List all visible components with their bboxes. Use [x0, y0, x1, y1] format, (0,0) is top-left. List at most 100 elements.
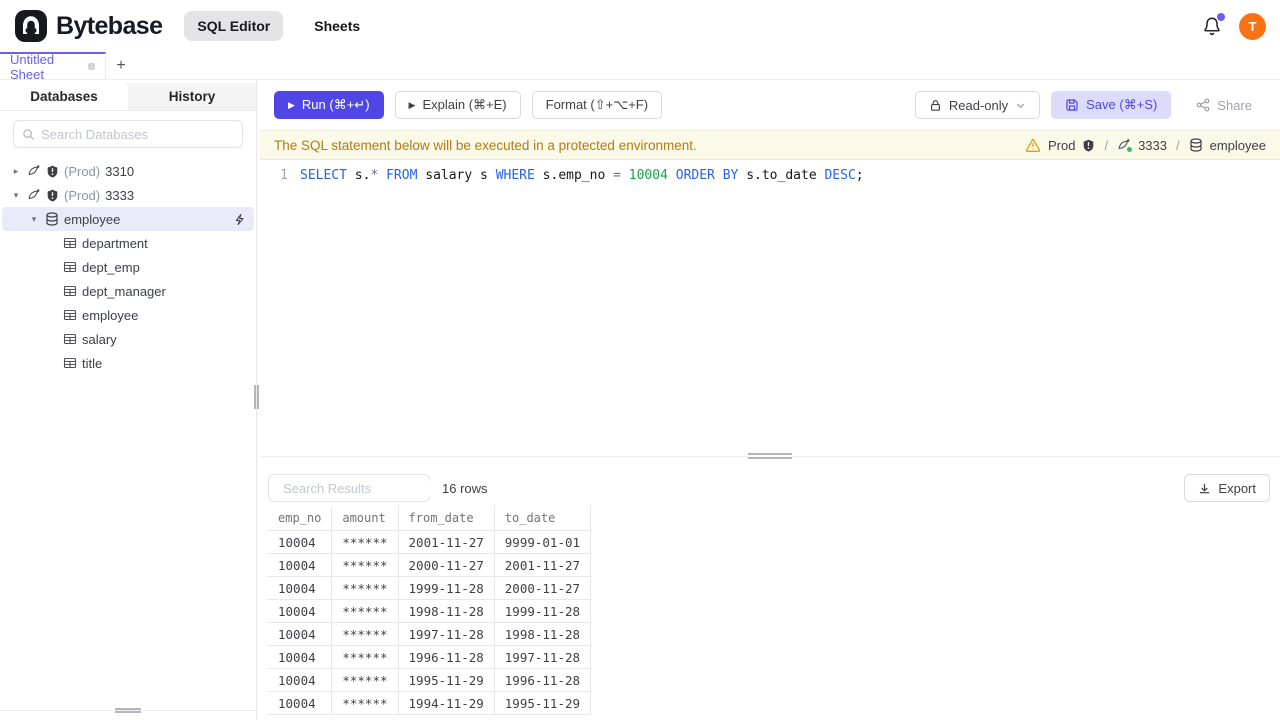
results-search-input[interactable] — [283, 480, 459, 496]
avatar-letter: T — [1248, 18, 1257, 34]
column-header-emp_no[interactable]: emp_no — [268, 506, 333, 531]
table-icon — [63, 308, 77, 322]
sql-token: 10004 — [628, 168, 668, 183]
caret-down-icon[interactable]: ▾ — [10, 190, 22, 201]
sidebar-resize-handle[interactable] — [115, 708, 141, 713]
search-icon — [23, 128, 35, 140]
table-icon — [63, 284, 77, 298]
nav-sheets[interactable]: Sheets — [301, 11, 373, 41]
tree-item-table-salary[interactable]: salary — [2, 327, 254, 351]
bytebase-logo[interactable]: Bytebase — [14, 9, 163, 43]
table-row: 10004 ****** 1997-11-28 1998-11-28 — [268, 622, 592, 646]
table-cell: ****** — [331, 691, 399, 715]
database-icon — [45, 212, 59, 226]
unsaved-indicator — [88, 63, 95, 70]
sql-code-line: 1 SELECT s.* FROM salary s WHERE s.emp_n… — [260, 166, 1267, 185]
table-cell: ****** — [331, 576, 399, 600]
sql-token: DESC — [824, 168, 856, 183]
sheet-tab-untitled[interactable]: Untitled Sheet — [0, 52, 106, 82]
results-header: 16 rows Export — [260, 470, 1280, 506]
sidebar-drag-handle[interactable] — [254, 385, 259, 409]
instance-online-dot — [1127, 147, 1133, 152]
save-icon — [1066, 99, 1078, 111]
explain-button[interactable]: ▶ Explain (⌘+E) — [394, 91, 521, 119]
table-cell: ****** — [331, 553, 399, 577]
table-cell: 1998-11-28 — [493, 622, 592, 646]
tab-databases[interactable]: Databases — [0, 83, 128, 110]
sql-token: ; — [855, 168, 864, 183]
database-search — [13, 120, 243, 148]
connect-bolt-icon[interactable] — [233, 213, 246, 226]
sql-token: BY — [722, 168, 739, 183]
column-header-from_date[interactable]: from_date — [397, 506, 495, 531]
table-name: department — [82, 235, 148, 251]
caret-down-icon[interactable]: ▾ — [28, 214, 40, 225]
play-icon: ▶ — [288, 99, 295, 110]
tree-item-table-dept_emp[interactable]: dept_emp — [2, 255, 254, 279]
tab-history[interactable]: History — [128, 83, 256, 110]
table-icon — [63, 260, 77, 274]
notifications-button[interactable] — [1201, 13, 1225, 37]
warning-triangle-icon — [1025, 138, 1041, 152]
table-row: 10004 ****** 2001-11-27 9999-01-01 — [268, 530, 592, 554]
readonly-mode-dropdown[interactable]: Read-only — [914, 91, 1041, 119]
database-label: employee — [1209, 137, 1266, 153]
tree-item-table-department[interactable]: department — [2, 231, 254, 255]
environment-shield-icon — [1084, 139, 1094, 151]
run-button[interactable]: ▶ Run (⌘+↵) — [274, 91, 384, 119]
sidebar-bottom-divider — [0, 708, 256, 720]
export-button[interactable]: Export — [1184, 474, 1270, 502]
tree-item-table-dept_manager[interactable]: dept_manager — [2, 279, 254, 303]
editor-scrollbar[interactable] — [1267, 160, 1280, 456]
results-grid-container: emp_no amount from_date to_date 10004 ****** 2… — [260, 506, 1280, 720]
tree-item-instance-3310[interactable]: ▸ (Prod) 3310 — [2, 159, 254, 183]
instance-label: 3333 — [1138, 137, 1167, 153]
sql-token: salary s — [417, 168, 496, 183]
results-panel: 16 rows Export emp_noamountfrom_dateto_d… — [260, 470, 1280, 720]
connection-breadcrumb: Prod / 3333 / employee — [1025, 137, 1266, 153]
table-cell: 1995-11-29 — [493, 691, 592, 715]
add-sheet-button[interactable]: + — [106, 52, 136, 79]
protected-environment-banner: The SQL statement below will be executed… — [260, 130, 1280, 160]
column-header-amount[interactable]: amount — [331, 506, 399, 531]
tree-item-database-employee[interactable]: ▾ employee — [2, 207, 254, 231]
save-button[interactable]: Save (⌘+S) — [1051, 91, 1172, 119]
user-avatar[interactable]: T — [1239, 12, 1266, 40]
tree-item-table-employee[interactable]: employee — [2, 303, 254, 327]
results-table: emp_no amount from_date to_date 10004 ****** 2… — [268, 506, 592, 715]
sql-token: = — [613, 168, 621, 183]
table-row: 10004 ****** 1999-11-28 2000-11-27 — [268, 576, 592, 600]
mysql-instance-icon — [1117, 138, 1133, 152]
caret-right-icon[interactable]: ▸ — [10, 166, 22, 177]
nav-sql-editor[interactable]: SQL Editor — [184, 11, 284, 41]
tree-item-table-title[interactable]: title — [2, 351, 254, 375]
editor-overview-cursor-mark — [1267, 163, 1280, 165]
column-header-to_date[interactable]: to_date — [493, 506, 592, 531]
table-cell: 1994-11-29 — [397, 691, 495, 715]
tree-item-instance-3333[interactable]: ▾ (Prod) 3333 — [2, 183, 254, 207]
share-button[interactable]: Share — [1182, 91, 1266, 119]
table-cell: 1996-11-28 — [397, 645, 495, 669]
results-drag-handle[interactable] — [748, 453, 792, 459]
table-cell: 9999-01-01 — [493, 530, 592, 554]
lock-icon — [930, 99, 940, 111]
banner-message: The SQL statement below will be executed… — [274, 137, 697, 153]
format-button[interactable]: Format (⇧+⌥+F) — [531, 91, 663, 119]
table-icon — [63, 236, 77, 250]
database-tree: ▸ (Prod) 3310 ▾ (Prod) 3333 ▾ employee departmen… — [0, 159, 256, 375]
sql-statement: SELECT s.* FROM salary s WHERE s.emp_no … — [300, 168, 864, 183]
line-number: 1 — [280, 168, 288, 183]
table-cell: 10004 — [268, 553, 333, 577]
database-search-input[interactable] — [41, 126, 234, 142]
sql-token: WHERE — [495, 168, 535, 183]
breadcrumb-separator: / — [1176, 137, 1180, 153]
mysql-instance-icon — [27, 188, 41, 202]
sheet-tab-bar: Untitled Sheet + — [0, 52, 1280, 82]
share-label: Share — [1217, 97, 1252, 113]
table-cell: 2000-11-27 — [397, 553, 495, 577]
sql-token: SELECT — [300, 168, 347, 183]
sql-editor-area[interactable]: 1 SELECT s.* FROM salary s WHERE s.emp_n… — [260, 160, 1280, 456]
